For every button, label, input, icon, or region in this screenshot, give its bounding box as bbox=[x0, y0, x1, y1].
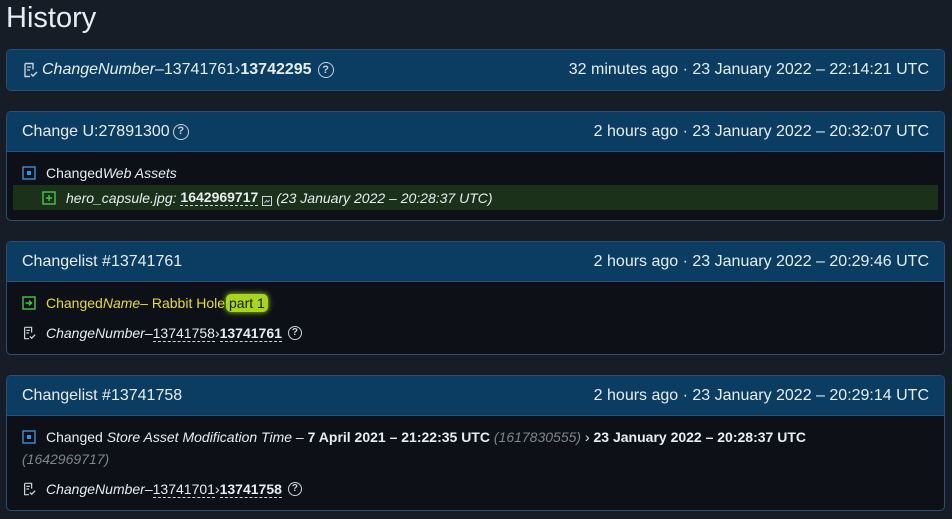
field-name: ChangeNumber bbox=[42, 61, 155, 78]
timestamp: 2 hours ago · 23 January 2022 – 20:29:14… bbox=[593, 386, 929, 404]
change-prefix: Changed bbox=[46, 295, 103, 311]
modified-square-icon bbox=[22, 430, 36, 444]
changelist-icon bbox=[22, 482, 36, 496]
card-header: ChangeNumber – 13741761 › 13742295 ? 32 … bbox=[7, 50, 944, 90]
changenumber-row: ChangeNumber – 13741701 › 13741758 ? bbox=[22, 470, 929, 508]
file-hash-link[interactable]: 1642969717 bbox=[180, 189, 259, 206]
new-changelist-link[interactable]: 13741758 bbox=[219, 481, 282, 498]
change-row: Changed Web Assets bbox=[22, 162, 929, 184]
card-header: Changelist #13741758 2 hours ago · 23 Ja… bbox=[7, 376, 944, 416]
changelist-icon bbox=[22, 326, 36, 340]
card-header: Changelist #13741761 2 hours ago · 23 Ja… bbox=[7, 242, 944, 282]
separator: – bbox=[144, 481, 153, 497]
new-value: 23 January 2022 – 20:28:37 UTC bbox=[593, 429, 806, 445]
change-prefix: Changed bbox=[46, 165, 103, 181]
history-card-changelist-13741761: Changelist #13741761 2 hours ago · 23 Ja… bbox=[6, 241, 945, 355]
new-value: 13742295 bbox=[240, 61, 312, 78]
field-name: ChangeNumber bbox=[46, 325, 145, 341]
old-value: 7 April 2021 – 21:22:35 UTC bbox=[307, 429, 490, 445]
help-icon[interactable]: ? bbox=[287, 326, 302, 340]
field-name: Web Assets bbox=[102, 165, 177, 181]
separator: – bbox=[154, 61, 164, 78]
old-changelist-link[interactable]: 13741758 bbox=[152, 325, 215, 342]
card-title: Change U:27891300 bbox=[22, 122, 170, 140]
change-row: Changed Name – Rabbit Hole part 1 bbox=[22, 291, 929, 315]
added-square-icon bbox=[42, 190, 56, 205]
old-raw-value: (1617830555) bbox=[493, 429, 582, 445]
changelist-icon bbox=[22, 62, 38, 78]
card-header: Change U:27891300 ? 2 hours ago · 23 Jan… bbox=[7, 112, 944, 152]
modified-square-icon bbox=[22, 166, 36, 180]
timestamp: 2 hours ago · 23 January 2022 – 20:32:07… bbox=[593, 122, 929, 140]
separator: – bbox=[292, 429, 308, 445]
name-value: – Rabbit Hole bbox=[140, 295, 226, 311]
highlight-diff: part 1 bbox=[226, 294, 268, 312]
help-icon[interactable]: ? bbox=[287, 482, 302, 496]
history-card-changelist-13741758: Changelist #13741758 2 hours ago · 23 Ja… bbox=[6, 375, 945, 511]
file-date: (23 January 2022 – 20:28:37 UTC) bbox=[276, 189, 493, 206]
field-name: Name bbox=[102, 295, 141, 311]
card-body: Changed Name – Rabbit Hole part 1 ChangeN… bbox=[7, 282, 944, 351]
new-changelist-link[interactable]: 13741761 bbox=[219, 325, 282, 342]
field-name: ChangeNumber bbox=[46, 481, 145, 497]
card-body: Changed Web Assets hero_capsule.jpg: 164… bbox=[7, 152, 944, 210]
help-icon[interactable]: ? bbox=[172, 123, 189, 140]
card-body: Changed Store Asset Modification Time – … bbox=[7, 416, 944, 508]
added-file-row: hero_capsule.jpg: 1642969717 (23 January… bbox=[13, 185, 938, 210]
help-icon[interactable]: ? bbox=[317, 62, 334, 78]
new-raw-value: (1642969717) bbox=[22, 451, 110, 467]
timestamp: 32 minutes ago · 23 January 2022 – 22:14… bbox=[568, 61, 929, 78]
old-changelist-link[interactable]: 13741701 bbox=[152, 481, 215, 498]
history-card-change: Change U:27891300 ? 2 hours ago · 23 Jan… bbox=[6, 111, 945, 221]
old-value: 13741761 bbox=[163, 61, 236, 78]
field-name: Store Asset Modification Time bbox=[106, 429, 293, 445]
timestamp: 2 hours ago · 23 January 2022 – 20:29:46… bbox=[593, 252, 929, 270]
change-row: Changed Store Asset Modification Time – … bbox=[22, 426, 929, 470]
card-title: Changelist #13741761 bbox=[22, 252, 183, 270]
file-name: hero_capsule.jpg: bbox=[66, 189, 177, 206]
separator: – bbox=[144, 325, 153, 341]
history-card-changenumber: ChangeNumber – 13741761 › 13742295 ? 32 … bbox=[6, 49, 945, 91]
changenumber-row: ChangeNumber – 13741758 › 13741761 ? bbox=[22, 315, 929, 351]
card-title: Changelist #13741758 bbox=[22, 386, 183, 404]
external-link-icon[interactable] bbox=[262, 193, 273, 206]
renamed-arrow-icon bbox=[22, 296, 36, 310]
page-title: History bbox=[6, 2, 97, 34]
change-prefix: Changed bbox=[46, 429, 107, 445]
arrow: › bbox=[581, 429, 594, 445]
